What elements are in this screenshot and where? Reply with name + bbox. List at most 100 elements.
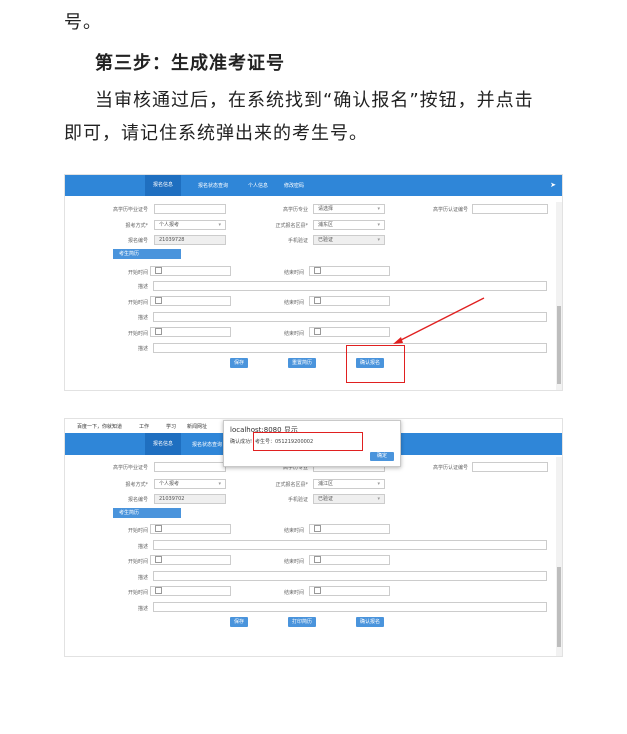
calendar-icon [314, 556, 321, 563]
end-time-input[interactable] [309, 296, 390, 306]
district-select[interactable]: 浦东区 ▾ [313, 220, 385, 230]
prev-id-input[interactable] [154, 204, 226, 214]
end-time-input[interactable] [309, 555, 390, 565]
calendar-icon [155, 267, 162, 274]
tab-registration-info[interactable]: 报名信息 [145, 433, 182, 455]
reset-resume-button[interactable]: 重置简历 [288, 358, 316, 368]
highlight-candidate-number [253, 432, 363, 451]
desc-input[interactable] [153, 602, 547, 612]
calendar-icon [314, 297, 321, 304]
phone-status-field: 已验证 ▾ [313, 494, 385, 504]
label-desc: 描述 [137, 346, 148, 352]
chevron-down-icon: ▾ [377, 222, 380, 228]
start-time-input[interactable] [150, 327, 231, 337]
end-time-input[interactable] [309, 327, 390, 337]
exam-mode-select[interactable]: 个人报考 ▾ [154, 220, 226, 230]
label-phone-status: 手机验证 [287, 497, 308, 503]
end-time-input[interactable] [309, 266, 390, 276]
chevron-down-icon: ▾ [218, 222, 221, 228]
chevron-down-icon: ▾ [218, 481, 221, 487]
bookmark-work[interactable]: 工作 [139, 423, 149, 430]
bookmark-study[interactable]: 学习 [166, 423, 176, 430]
tab-status-query[interactable]: 报名状态查询 [192, 441, 222, 448]
calendar-icon [155, 587, 162, 594]
start-time-input[interactable] [150, 555, 231, 565]
student-resume-tab[interactable]: 考生简历 [113, 249, 181, 259]
calendar-icon [155, 328, 162, 335]
end-time-input[interactable] [309, 586, 390, 596]
label-major: 高学历专业 [282, 207, 308, 213]
cert-no-input[interactable] [472, 462, 548, 472]
label-desc: 描述 [137, 575, 148, 581]
chevron-down-icon: ▾ [377, 206, 380, 212]
scrollbar[interactable] [556, 457, 562, 656]
doc-paragraph-line-2: 即可，请记住系统弹出来的考生号。 [64, 123, 368, 144]
end-time-input[interactable] [309, 524, 390, 534]
screenshot-confirm-registration: 报名信息 报名状态查询 个人信息 修改密码 ➤ 高学历毕业证号 高学历专业 请选… [64, 174, 563, 391]
bookmark-news[interactable]: 新闻网址 [187, 423, 207, 430]
student-resume-tab[interactable]: 考生简历 [113, 508, 181, 518]
desc-input[interactable] [153, 281, 547, 291]
confirm-registration-button[interactable]: 确认报名 [356, 617, 384, 627]
label-district: 正式报名区县* [275, 223, 308, 229]
scrollbar-thumb[interactable] [557, 567, 561, 647]
label-end-time: 结束时间 [283, 270, 304, 276]
calendar-icon [314, 267, 321, 274]
label-desc: 描述 [137, 544, 148, 550]
label-exam-mode: 报考方式* [125, 223, 148, 229]
label-prev-id: 高学历毕业证号 [112, 465, 148, 471]
major-select[interactable]: 请选择 ▾ [313, 204, 385, 214]
cert-no-input[interactable] [472, 204, 548, 214]
doc-paragraph-line-1: 当审核通过后，在系统找到“确认报名”按钮，并点击 [95, 90, 534, 111]
tab-status-query[interactable]: 报名状态查询 [198, 182, 228, 189]
calendar-icon [155, 556, 162, 563]
exam-mode-select[interactable]: 个人报考 ▾ [154, 479, 226, 489]
label-start-time: 开始时间 [127, 590, 148, 596]
label-desc: 描述 [137, 606, 148, 612]
desc-input[interactable] [153, 571, 547, 581]
chevron-down-icon: ▾ [377, 496, 380, 502]
dialog-message: 确认成功! [230, 439, 253, 445]
scrollbar-thumb[interactable] [557, 306, 561, 384]
scrollbar[interactable] [556, 202, 562, 390]
label-end-time: 结束时间 [283, 559, 304, 565]
calendar-icon [314, 587, 321, 594]
label-prev-id: 高学历毕业证号 [112, 207, 148, 213]
label-reg-no: 报名编号 [127, 238, 148, 244]
save-button[interactable]: 保存 [230, 358, 248, 368]
reg-no-field: 21039728 [154, 235, 226, 245]
save-button[interactable]: 保存 [230, 617, 248, 627]
tab-personal-info[interactable]: 个人信息 [248, 182, 268, 189]
label-exam-mode: 报考方式* [125, 482, 148, 488]
label-desc: 描述 [137, 315, 148, 321]
chevron-down-icon: ▾ [377, 237, 380, 243]
label-phone-status: 手机验证 [287, 238, 308, 244]
desc-input[interactable] [153, 540, 547, 550]
start-time-input[interactable] [150, 266, 231, 276]
start-time-input[interactable] [150, 524, 231, 534]
label-cert-no: 高学历认证编号 [432, 465, 468, 471]
tab-change-password[interactable]: 修改密码 [284, 182, 304, 189]
print-resume-button[interactable]: 打印简历 [288, 617, 316, 627]
label-end-time: 结束时间 [283, 300, 304, 306]
start-time-input[interactable] [150, 586, 231, 596]
label-end-time: 结束时间 [283, 528, 304, 534]
expand-icon[interactable]: ➤ [550, 181, 556, 189]
label-end-time: 结束时间 [283, 331, 304, 337]
bookmark-baidu[interactable]: 百度一下，你就知道 [77, 423, 122, 430]
chevron-down-icon: ▾ [377, 481, 380, 487]
label-start-time: 开始时间 [127, 528, 148, 534]
calendar-icon [314, 525, 321, 532]
label-cert-no: 高学历认证编号 [432, 207, 468, 213]
district-select[interactable]: 浦江区 ▾ [313, 479, 385, 489]
tab-registration-info[interactable]: 报名信息 [145, 175, 182, 196]
dialog-ok-button[interactable]: 确定 [370, 452, 394, 461]
label-end-time: 结束时间 [283, 590, 304, 596]
label-reg-no: 报名编号 [127, 497, 148, 503]
desc-input[interactable] [153, 312, 547, 322]
highlight-confirm-button [346, 345, 405, 383]
doc-line-1: 号。 [64, 12, 102, 33]
prev-id-input[interactable] [154, 462, 226, 472]
label-start-time: 开始时间 [127, 559, 148, 565]
start-time-input[interactable] [150, 296, 231, 306]
